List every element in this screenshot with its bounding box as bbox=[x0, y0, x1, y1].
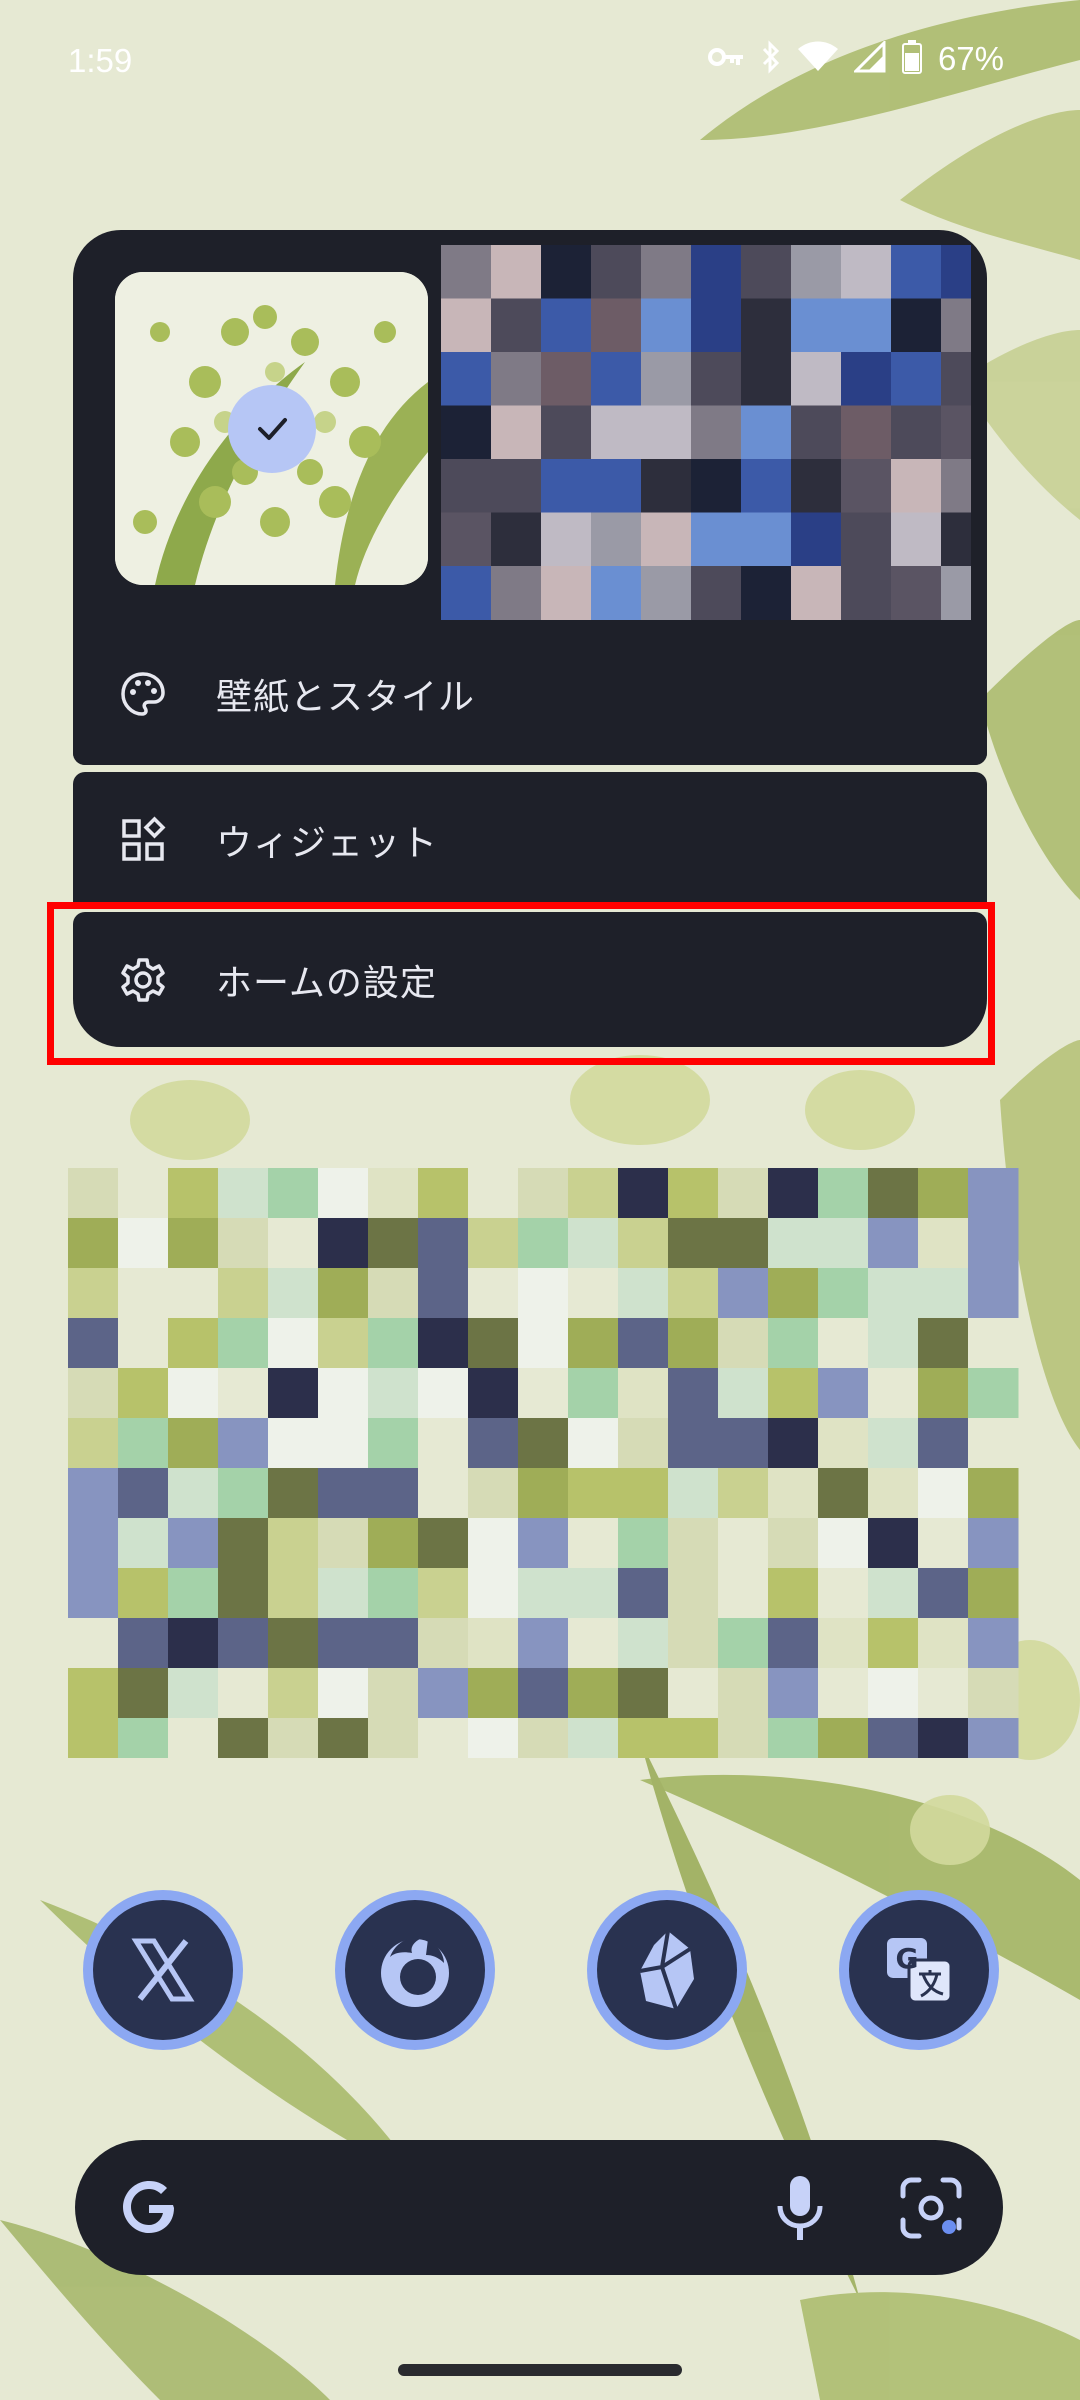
menu-item-label: ウィジェット bbox=[216, 822, 439, 864]
microphone-icon[interactable] bbox=[770, 2172, 830, 2248]
palette-icon bbox=[113, 664, 173, 724]
svg-text:G: G bbox=[896, 1942, 919, 1975]
menu-item-home-settings[interactable]: ホームの設定 bbox=[73, 912, 987, 1047]
app-x[interactable] bbox=[83, 1890, 243, 2050]
menu-item-label: 壁紙とスタイル bbox=[216, 676, 476, 718]
widgets-icon bbox=[113, 810, 173, 870]
gesture-nav-handle[interactable] bbox=[398, 2364, 682, 2376]
gear-icon bbox=[113, 950, 173, 1010]
status-bar: 1:59 67% bbox=[0, 0, 1080, 120]
menu-item-widgets[interactable]: ウィジェット bbox=[73, 772, 987, 907]
battery-percentage: 67% bbox=[937, 40, 1004, 77]
obsidian-icon bbox=[639, 1930, 694, 2010]
x-logo-icon bbox=[131, 1938, 195, 2002]
app-dock: G bbox=[0, 1890, 1080, 2050]
home-wallpaper-thumbnail[interactable] bbox=[115, 272, 428, 585]
cell-signal-icon bbox=[852, 39, 886, 77]
status-time: 1:59 bbox=[68, 42, 133, 79]
status-icons: 67% bbox=[707, 39, 1004, 78]
clock-widget-pixelated[interactable] bbox=[68, 1168, 1028, 1758]
bluetooth-icon bbox=[760, 40, 782, 78]
app-firefox[interactable] bbox=[335, 1890, 495, 2050]
wifi-icon bbox=[797, 41, 838, 77]
google-g-icon[interactable] bbox=[117, 2175, 181, 2243]
lock-screen-preview-pixelated[interactable] bbox=[441, 245, 971, 620]
check-icon bbox=[258, 418, 287, 440]
app-obsidian[interactable] bbox=[587, 1890, 747, 2050]
google-search-bar[interactable] bbox=[75, 2140, 1003, 2275]
app-google-translate[interactable]: G bbox=[839, 1890, 999, 2050]
google-lens-icon[interactable] bbox=[897, 2174, 965, 2246]
firefox-icon bbox=[381, 1936, 449, 2007]
vpn-key-icon bbox=[707, 46, 744, 72]
battery-icon bbox=[901, 40, 922, 78]
menu-item-label: ホームの設定 bbox=[216, 962, 437, 1004]
translate-icon: G bbox=[887, 1938, 953, 2004]
selected-check-badge bbox=[228, 385, 316, 473]
menu-item-wallpaper-style[interactable]: 壁紙とスタイル bbox=[73, 622, 987, 765]
